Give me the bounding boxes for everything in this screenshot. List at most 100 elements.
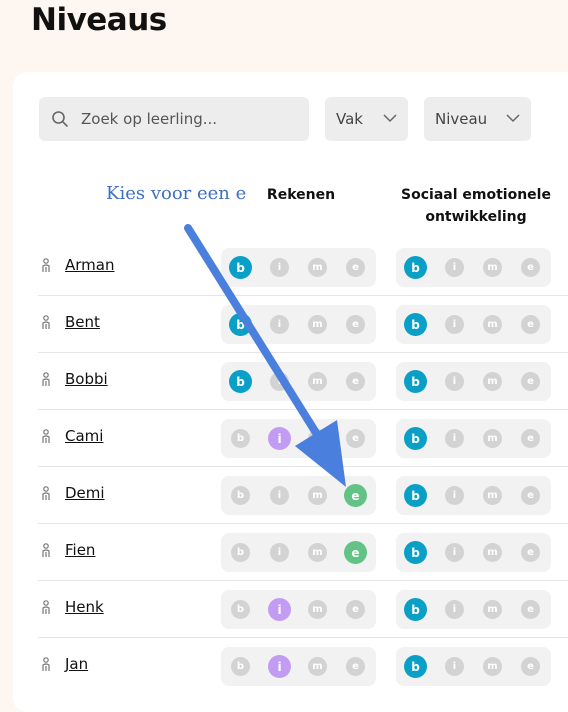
level-option-m[interactable]: m	[308, 372, 327, 391]
level-option-i[interactable]: i	[445, 657, 464, 676]
level-filter[interactable]: Niveau	[424, 97, 531, 141]
level-option-b[interactable]: b	[231, 486, 250, 505]
level-option-e[interactable]: e	[346, 315, 365, 334]
level-option-i[interactable]: i	[445, 429, 464, 448]
level-option-b[interactable]: b	[231, 600, 250, 619]
level-option-i[interactable]: i	[268, 655, 291, 678]
column-header-sociaal: Sociaal emotionele ontwikkeling	[386, 184, 566, 228]
column-header-rekenen: Rekenen	[221, 184, 381, 206]
level-option-m[interactable]: m	[308, 429, 327, 448]
level-filter-label: Niveau	[435, 110, 488, 128]
student-name-link[interactable]: Bent	[65, 313, 100, 331]
level-option-e[interactable]: e	[521, 258, 540, 277]
level-option-i[interactable]: i	[270, 543, 289, 562]
level-selector-sociaal: bime	[396, 647, 551, 686]
level-selector-sociaal: bime	[396, 305, 551, 344]
level-option-m[interactable]: m	[483, 657, 502, 676]
level-option-i[interactable]: i	[268, 427, 291, 450]
level-selector-rekenen: bime	[221, 305, 376, 344]
subject-filter-label: Vak	[336, 110, 363, 128]
level-option-m[interactable]: m	[308, 600, 327, 619]
column-header-line: Rekenen	[266, 187, 336, 203]
level-option-m[interactable]: m	[483, 600, 502, 619]
level-option-b[interactable]: b	[231, 543, 250, 562]
student-name-link[interactable]: Jan	[65, 655, 88, 673]
level-option-i[interactable]: i	[445, 486, 464, 505]
level-selector-rekenen: bime	[221, 647, 376, 686]
level-selector-sociaal: bime	[396, 533, 551, 572]
student-name-link[interactable]: Cami	[65, 427, 103, 445]
level-option-e[interactable]: e	[346, 372, 365, 391]
level-option-i[interactable]: i	[270, 258, 289, 277]
level-option-b[interactable]: b	[404, 598, 427, 621]
level-option-i[interactable]: i	[268, 598, 291, 621]
level-option-m[interactable]: m	[308, 543, 327, 562]
level-option-e[interactable]: e	[521, 429, 540, 448]
level-option-e[interactable]: e	[521, 372, 540, 391]
level-option-e[interactable]: e	[346, 657, 365, 676]
level-option-e[interactable]: e	[521, 315, 540, 334]
student-row: Cami b i m e b i m e	[38, 409, 568, 467]
student-name-link[interactable]: Bobbi	[65, 370, 108, 388]
person-icon	[42, 429, 50, 443]
level-option-b[interactable]: b	[404, 256, 427, 279]
level-selector-sociaal: bime	[396, 590, 551, 629]
level-option-e[interactable]: e	[346, 600, 365, 619]
level-option-m[interactable]: m	[308, 315, 327, 334]
level-option-m[interactable]: m	[483, 372, 502, 391]
student-row: Arman b i m e b i m e	[38, 238, 568, 296]
level-option-i[interactable]: i	[445, 372, 464, 391]
level-option-e[interactable]: e	[521, 600, 540, 619]
level-option-b[interactable]: b	[229, 313, 252, 336]
student-name-link[interactable]: Henk	[65, 598, 104, 616]
level-option-m[interactable]: m	[308, 486, 327, 505]
level-option-e[interactable]: e	[346, 429, 365, 448]
level-option-b[interactable]: b	[231, 657, 250, 676]
level-option-e[interactable]: e	[521, 657, 540, 676]
level-option-b[interactable]: b	[404, 313, 427, 336]
student-row: Bobbi b i m e b i m e	[38, 352, 568, 410]
search-input[interactable]	[79, 109, 293, 129]
level-option-b[interactable]: b	[404, 655, 427, 678]
level-option-e[interactable]: e	[521, 486, 540, 505]
level-option-i[interactable]: i	[270, 372, 289, 391]
level-option-e[interactable]: e	[344, 484, 367, 507]
student-name-link[interactable]: Arman	[65, 256, 114, 274]
level-option-m[interactable]: m	[483, 486, 502, 505]
level-option-i[interactable]: i	[445, 258, 464, 277]
level-option-b[interactable]: b	[404, 541, 427, 564]
student-search[interactable]	[39, 97, 309, 141]
level-selector-rekenen: bime	[221, 362, 376, 401]
level-option-b[interactable]: b	[404, 427, 427, 450]
level-option-m[interactable]: m	[483, 429, 502, 448]
level-option-i[interactable]: i	[270, 315, 289, 334]
chevron-down-icon	[383, 114, 397, 123]
subject-filter[interactable]: Vak	[325, 97, 408, 141]
student-row: Bent b i m e b i m e	[38, 295, 568, 353]
level-option-i[interactable]: i	[445, 543, 464, 562]
level-selector-rekenen: bime	[221, 248, 376, 287]
level-selector-rekenen: b ime	[221, 476, 376, 515]
level-option-i[interactable]: i	[270, 486, 289, 505]
chevron-down-icon	[506, 114, 520, 123]
level-option-e[interactable]: e	[344, 541, 367, 564]
level-option-b[interactable]: b	[404, 370, 427, 393]
level-option-e[interactable]: e	[521, 543, 540, 562]
level-option-b[interactable]: b	[229, 256, 252, 279]
student-name-link[interactable]: Fien	[65, 541, 95, 559]
student-name-link[interactable]: Demi	[65, 484, 105, 502]
level-option-m[interactable]: m	[308, 258, 327, 277]
level-option-b[interactable]: b	[231, 429, 250, 448]
person-icon	[42, 657, 50, 671]
page-title: Niveaus	[31, 2, 167, 38]
level-option-m[interactable]: m	[308, 657, 327, 676]
level-option-b[interactable]: b	[229, 370, 252, 393]
level-option-m[interactable]: m	[483, 258, 502, 277]
level-option-m[interactable]: m	[483, 315, 502, 334]
level-option-i[interactable]: i	[445, 600, 464, 619]
student-row: Henk b i m e b i m e	[38, 580, 568, 638]
level-option-i[interactable]: i	[445, 315, 464, 334]
level-option-m[interactable]: m	[483, 543, 502, 562]
level-option-e[interactable]: e	[346, 258, 365, 277]
level-option-b[interactable]: b	[404, 484, 427, 507]
